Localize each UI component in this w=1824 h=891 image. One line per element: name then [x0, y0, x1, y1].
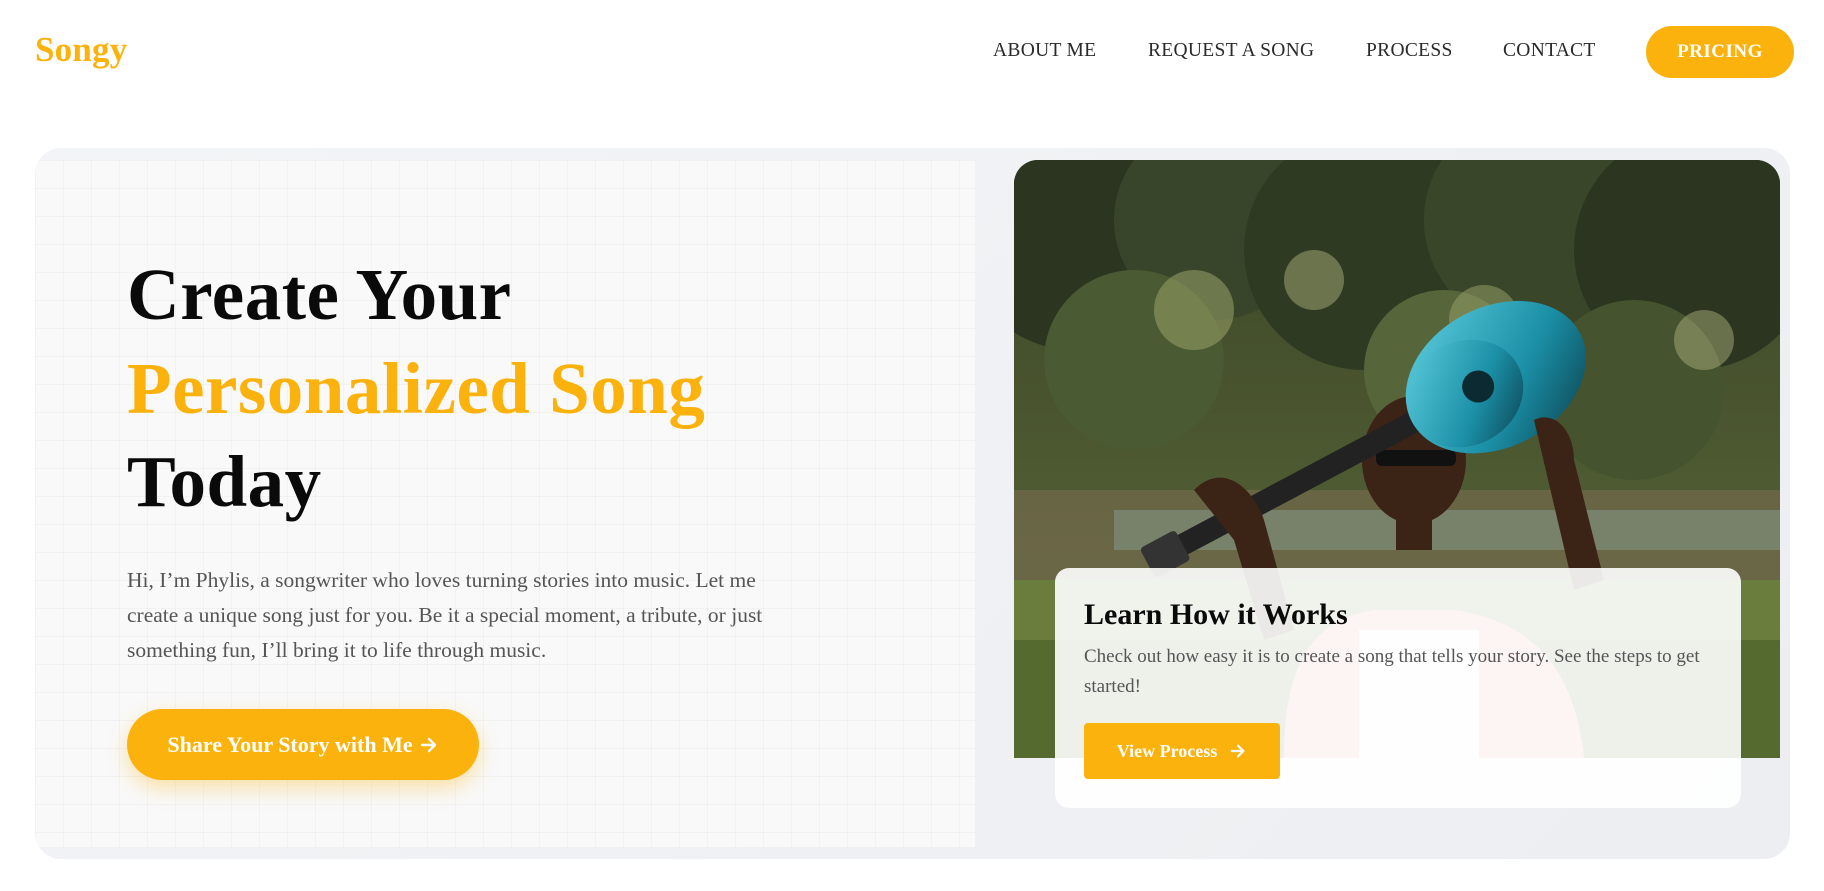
nav-request-song[interactable]: REQUEST A SONG: [1148, 40, 1314, 62]
nav-about-me[interactable]: ABOUT ME: [993, 40, 1096, 62]
hero-title-line-3: Today: [127, 441, 322, 522]
learn-how-text: Check out how easy it is to create a son…: [1084, 646, 1700, 697]
pricing-button[interactable]: PRICING: [1646, 26, 1794, 78]
hero-title-line-2: Personalized Song: [127, 348, 706, 429]
share-story-label: Share Your Story with Me: [167, 731, 413, 757]
site-header: Songy ABOUT ME REQUEST A SONG PROCESS CO…: [0, 0, 1824, 104]
hero-title-line-1: Create Your: [127, 254, 512, 335]
nav-contact[interactable]: CONTACT: [1503, 40, 1596, 62]
learn-how-title: Learn How it Works: [1084, 598, 1348, 631]
view-process-label: View Process: [1116, 740, 1218, 761]
site-logo[interactable]: Songy: [35, 30, 127, 70]
hero-section: Create Your Personalized Song Today Hi, …: [35, 148, 1790, 859]
hero-intro-text: Hi, I’m Phylis, a songwriter who loves t…: [127, 568, 763, 662]
learn-how-card: Learn How it Works Check out how easy it…: [1055, 568, 1741, 808]
arrow-right-icon: [1230, 744, 1245, 758]
hero-left-panel: Create Your Personalized Song Today Hi, …: [35, 160, 975, 847]
view-process-button[interactable]: View Process: [1084, 723, 1280, 779]
nav-process[interactable]: PROCESS: [1366, 40, 1453, 62]
share-story-button[interactable]: Share Your Story with Me: [127, 709, 479, 780]
arrow-right-icon: [420, 737, 436, 752]
